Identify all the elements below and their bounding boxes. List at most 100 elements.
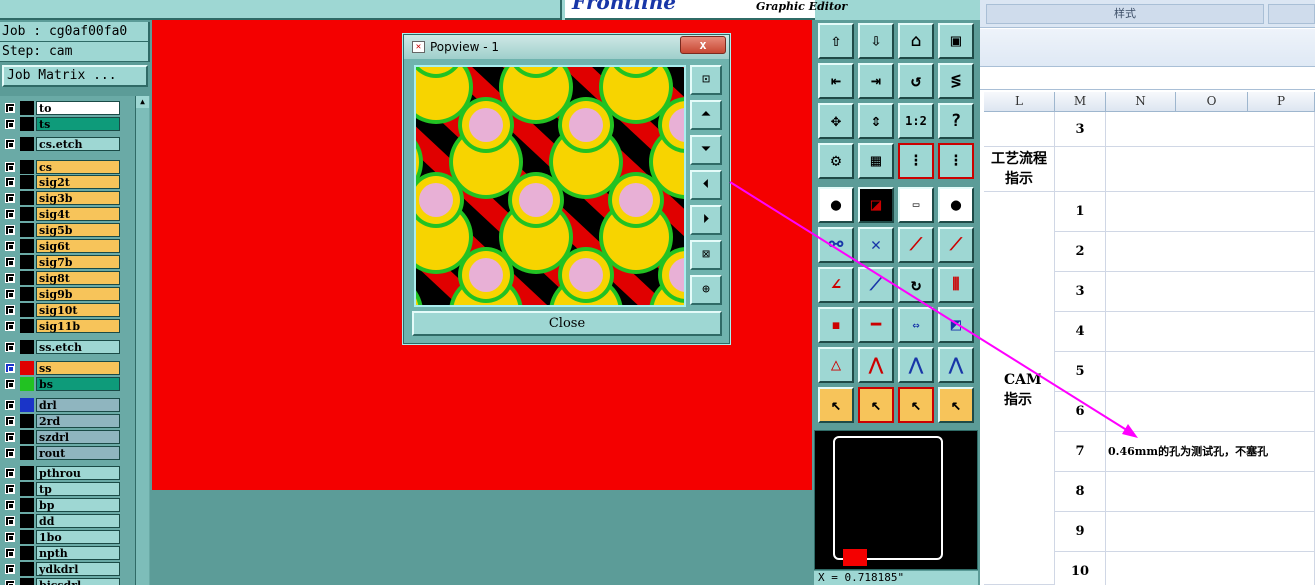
layer-affect-swatch[interactable] [20,303,34,317]
line-point-icon[interactable]: ⟋ [898,227,934,263]
layer-checkbox[interactable] [5,193,15,203]
layer-name[interactable]: ss.etch [36,340,120,354]
layer-checkbox[interactable] [5,432,15,442]
row-label-3[interactable]: 3 [1055,112,1106,147]
layer-row[interactable]: rout [2,446,120,460]
layer-name[interactable]: sig4t [36,207,120,221]
layer-name[interactable]: sig9b [36,287,120,301]
arch-3-icon[interactable]: ⋀ [938,347,974,383]
layer-affect-swatch[interactable] [20,137,34,151]
layer-checkbox[interactable] [5,416,15,426]
layer-checkbox[interactable] [5,448,15,458]
layer-affect-swatch[interactable] [20,223,34,237]
cell-l-blank[interactable] [984,112,1055,147]
cell-n-row-2[interactable] [1106,232,1315,272]
layer-name[interactable]: npth [36,546,120,560]
pointer-circle-icon[interactable]: ↖ [898,387,934,423]
layer-affect-swatch[interactable] [20,377,34,391]
layer-row[interactable]: sig11b [2,319,120,333]
cell-n-row-5[interactable] [1106,352,1315,392]
layer-affect-swatch[interactable] [20,398,34,412]
popview-zoom-out-icon[interactable]: ⊠ [690,240,722,270]
layer-checkbox[interactable] [5,580,15,585]
layer-affect-swatch[interactable] [20,466,34,480]
layer-affect-swatch[interactable] [20,530,34,544]
popview-zoom-view[interactable] [414,65,686,307]
select-pad-icon[interactable]: ● [818,187,854,223]
layer-name[interactable]: ss [36,361,120,375]
arch-icon[interactable]: ⋀ [858,347,894,383]
popview-pan-right-icon[interactable]: ⏵ [690,205,722,235]
layer-tool-icon[interactable]: ⁝ [898,143,934,179]
cross-icon[interactable]: ✕ [858,227,894,263]
layer-name[interactable]: tp [36,482,120,496]
col-header-m[interactable]: M [1055,92,1106,112]
overview-map[interactable] [814,430,978,570]
layer-affect-swatch[interactable] [20,446,34,460]
diagonal-icon[interactable]: ⟋ [858,267,894,303]
layer-name[interactable]: sig10t [36,303,120,317]
layer-list-scrollbar[interactable]: ▲ [135,96,149,585]
layer-affect-swatch[interactable] [20,430,34,444]
col-header-n[interactable]: N [1106,92,1176,112]
label-process-instruction[interactable]: 工艺流程 指示 [984,147,1055,192]
row-label-8[interactable]: 8 [1055,472,1106,512]
layer-row[interactable]: to [2,101,120,115]
layer-row[interactable]: tp [2,482,120,496]
cell-n-row-7-note[interactable]: 0.46mm的孔为测试孔，不塞孔 [1106,432,1315,472]
row-label-6[interactable]: 6 [1055,392,1106,432]
layer-affect-swatch[interactable] [20,287,34,301]
layer-row[interactable]: sig4t [2,207,120,221]
layer-name[interactable]: pthrou [36,466,120,480]
layer-name[interactable]: sig3b [36,191,120,205]
col-header-l[interactable]: L [984,92,1055,112]
layer-name[interactable]: rout [36,446,120,460]
angle-icon[interactable]: ∠ [818,267,854,303]
layer-row[interactable]: bjcsdrl [2,578,120,585]
layer-affect-swatch[interactable] [20,414,34,428]
layer-checkbox[interactable] [5,548,15,558]
layer-row[interactable]: pthrou [2,466,120,480]
download-icon[interactable]: ⇩ [858,23,894,59]
layer-row[interactable]: sig8t [2,271,120,285]
popview-pan-up-icon[interactable]: ⏶ [690,100,722,130]
layer-affect-swatch[interactable] [20,361,34,375]
layer-row[interactable]: ydkdrl [2,562,120,576]
rectangle-select-icon[interactable]: ◪ [858,187,894,223]
layer-row[interactable]: dd [2,514,120,528]
layer-checkbox[interactable] [5,119,15,129]
zoom-fit-icon[interactable]: ✥ [818,103,854,139]
layer-affect-swatch[interactable] [20,207,34,221]
layer-row[interactable]: drl [2,398,120,412]
undo-view-icon[interactable]: ↺ [898,63,934,99]
layer-checkbox[interactable] [5,139,15,149]
upload-icon[interactable]: ⇧ [818,23,854,59]
layer-name[interactable]: drl [36,398,120,412]
popview-close-button[interactable]: Close [412,311,722,336]
zoom-vertical-icon[interactable]: ⇕ [858,103,894,139]
row-label-10[interactable]: 10 [1055,552,1106,585]
cell-n-process[interactable] [1106,147,1315,192]
layer-row[interactable]: sig7b [2,255,120,269]
layer-row[interactable]: cs.etch [2,137,120,151]
line-move-icon[interactable]: ━ [858,307,894,343]
layer-checkbox[interactable] [5,209,15,219]
layer-checkbox[interactable] [5,532,15,542]
layer-checkbox[interactable] [5,468,15,478]
popview-pan-left-icon[interactable]: ⏴ [690,170,722,200]
layer-affect-swatch[interactable] [20,101,34,115]
layer-name[interactable]: sig2t [36,175,120,189]
layer-row[interactable]: sig5b [2,223,120,237]
layer-name[interactable]: sig6t [36,239,120,253]
layer-checkbox[interactable] [5,103,15,113]
layer-affect-swatch[interactable] [20,319,34,333]
layer-name[interactable]: dd [36,514,120,528]
layer-checkbox[interactable] [5,379,15,389]
layer-checkbox[interactable] [5,273,15,283]
cell-n-row-4[interactable] [1106,312,1315,352]
layer-name[interactable]: ts [36,117,120,131]
layer-row[interactable]: 1bo [2,530,120,544]
layer-checkbox[interactable] [5,162,15,172]
layer-checkbox[interactable] [5,321,15,331]
layer-name[interactable]: bjcsdrl [36,578,120,585]
